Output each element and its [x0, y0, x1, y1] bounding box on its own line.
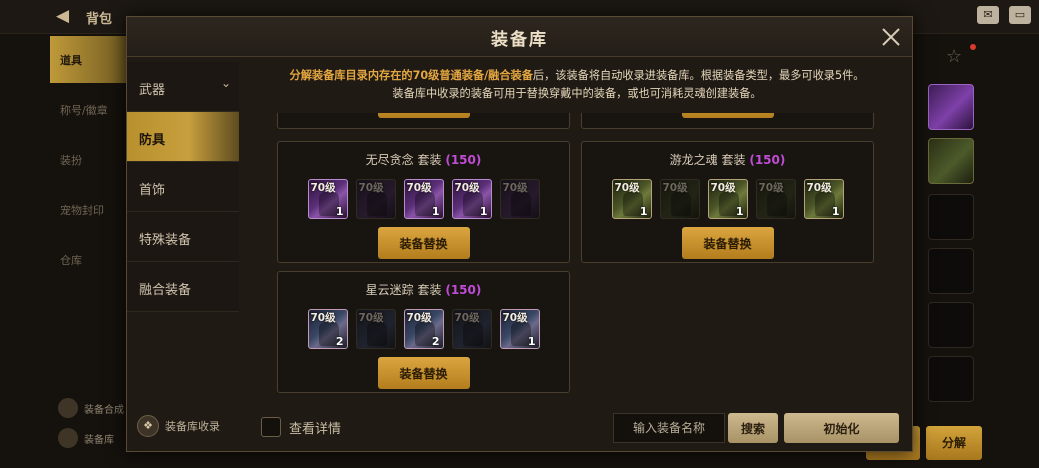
bg-equip-library[interactable]: 装备库	[58, 428, 114, 448]
category-special[interactable]: 特殊装备	[127, 212, 239, 262]
synthesis-icon	[58, 398, 78, 418]
equipment-slot[interactable]: 70级	[659, 179, 700, 219]
equipment-slot[interactable]: 70级 1	[403, 179, 444, 219]
search-button[interactable]: 搜索	[728, 413, 778, 443]
equipment-slot[interactable]: 70级 1	[451, 179, 492, 219]
armor-icon	[366, 192, 387, 216]
bg-sidebar-item-pet-seal[interactable]: 宠物封印	[50, 186, 128, 233]
bg-item-slot[interactable]	[928, 84, 974, 130]
slot-row: 70级 2 70级 70级 2 70级 70级 1	[278, 309, 569, 349]
notification-dot	[970, 44, 976, 50]
details-checkbox[interactable]	[261, 417, 281, 437]
notice-text: 分解装备库目录内存在的70级普通装备/融合装备后，该装备将自动收录进装备库。根据…	[245, 67, 909, 103]
equipment-slot[interactable]: 70级 2	[307, 309, 348, 349]
chevron-down-icon: ⌄	[220, 76, 231, 90]
bg-item-slot[interactable]	[928, 302, 974, 348]
collect-icon: ❖	[137, 415, 159, 437]
notice-rest: 后，该装备将自动收录进装备库。根据装备类型，最多可收录5件。	[532, 69, 865, 82]
equipment-slot[interactable]: 70级 1	[611, 179, 652, 219]
view-details-toggle[interactable]: 查看详情	[261, 417, 341, 437]
equipment-slot[interactable]: 70级 2	[403, 309, 444, 349]
library-icon	[58, 428, 78, 448]
set-panel: 无尽贪念 套装 (150) 70级 1 70级 70级 1 70级 1 70级 装备替…	[277, 141, 570, 263]
close-icon[interactable]	[880, 26, 902, 48]
swap-equipment-button[interactable]: 装备替换	[681, 227, 774, 259]
set-panel: 星云迷踪 套装 (150) 70级 2 70级 70级 2 70级 70级 1 装备替…	[277, 271, 570, 393]
category-fusion[interactable]: 融合装备	[127, 262, 239, 312]
equipment-search-input[interactable]	[613, 413, 725, 443]
set-list: 无尽贪念 套装 (150) 70级 1 70级 70级 1 70级 1 70级 装备替…	[275, 113, 877, 395]
armor-icon	[462, 322, 483, 346]
favorite-star-icon[interactable]: ☆	[946, 46, 962, 67]
notice-highlight: 分解装备库目录内存在的70级普通装备/融合装备	[289, 69, 533, 82]
set-panel-partial	[277, 113, 570, 129]
notice-line-2: 装备库中收录的装备可用于替换穿戴中的装备，或也可消耗灵魂创建装备。	[392, 87, 762, 100]
equipment-slot[interactable]: 70级	[755, 179, 796, 219]
armor-icon	[670, 192, 691, 216]
armor-icon	[510, 192, 531, 216]
bg-sidebar-item-items[interactable]: 道具	[50, 36, 128, 83]
equipment-slot[interactable]: 70级	[451, 309, 492, 349]
armor-icon	[766, 192, 787, 216]
set-title: 无尽贪念 套装 (150)	[365, 153, 482, 167]
bg-sidebar-item-avatar[interactable]: 装扮	[50, 136, 128, 183]
category-list: 武器 ⌄ 防具 首饰 特殊装备 融合装备	[127, 62, 239, 312]
swap-equipment-button[interactable]: 装备替换	[377, 357, 470, 389]
set-title: 星云迷踪 套装 (150)	[365, 283, 482, 297]
equipment-slot[interactable]: 70级	[499, 179, 540, 219]
library-collect-button[interactable]: ❖ 装备库收录	[137, 415, 220, 437]
details-label: 查看详情	[289, 421, 342, 437]
back-arrow-icon[interactable]: ◀	[56, 6, 69, 26]
equipment-slot[interactable]: 70级 1	[707, 179, 748, 219]
category-weapons[interactable]: 武器 ⌄	[127, 62, 239, 112]
equipment-slot[interactable]: 70级 1	[307, 179, 348, 219]
topbar-icons: ✉ ▭	[977, 6, 1031, 24]
set-panel: 游龙之魂 套装 (150) 70级 1 70级 70级 1 70级 70级 1 装备替…	[581, 141, 874, 263]
mail-icon[interactable]: ✉	[977, 6, 999, 24]
chat-icon[interactable]: ▭	[1009, 6, 1031, 24]
bg-decompose-button[interactable]: 分解	[926, 426, 982, 460]
bg-sidebar-item-titles[interactable]: 称号/徽章	[50, 86, 128, 133]
modal-header: 装备库	[127, 17, 912, 57]
bg-item-slot[interactable]	[928, 356, 974, 402]
modal-title: 装备库	[491, 30, 548, 50]
bg-equip-synthesis[interactable]: 装备合成	[58, 398, 124, 418]
equipment-slot[interactable]: 70级 1	[499, 309, 540, 349]
bg-item-slot[interactable]	[928, 138, 974, 184]
slot-row: 70级 1 70级 70级 1 70级 70级 1	[582, 179, 873, 219]
equipment-library-modal: 装备库 武器 ⌄ 防具 首饰 特殊装备 融合装备 ❖ 装备库收录 分解装备库目录…	[126, 16, 913, 452]
reset-button[interactable]: 初始化	[784, 413, 899, 443]
swap-button-partial[interactable]	[378, 113, 470, 118]
bg-item-slot[interactable]	[928, 248, 974, 294]
swap-equipment-button[interactable]: 装备替换	[377, 227, 470, 259]
armor-icon	[366, 322, 387, 346]
equipment-slot[interactable]: 70级	[355, 179, 396, 219]
category-armor[interactable]: 防具	[127, 112, 239, 162]
set-title: 游龙之魂 套装 (150)	[669, 153, 786, 167]
swap-button-partial[interactable]	[682, 113, 774, 118]
bg-sidebar-item-storage[interactable]: 仓库	[50, 236, 128, 283]
background-title: 背包	[86, 12, 113, 27]
category-accessories[interactable]: 首饰	[127, 162, 239, 212]
equipment-slot[interactable]: 70级	[355, 309, 396, 349]
equipment-slot[interactable]: 70级 1	[803, 179, 844, 219]
set-panel-partial	[581, 113, 874, 129]
bg-item-slot[interactable]	[928, 194, 974, 240]
slot-row: 70级 1 70级 70级 1 70级 1 70级	[278, 179, 569, 219]
